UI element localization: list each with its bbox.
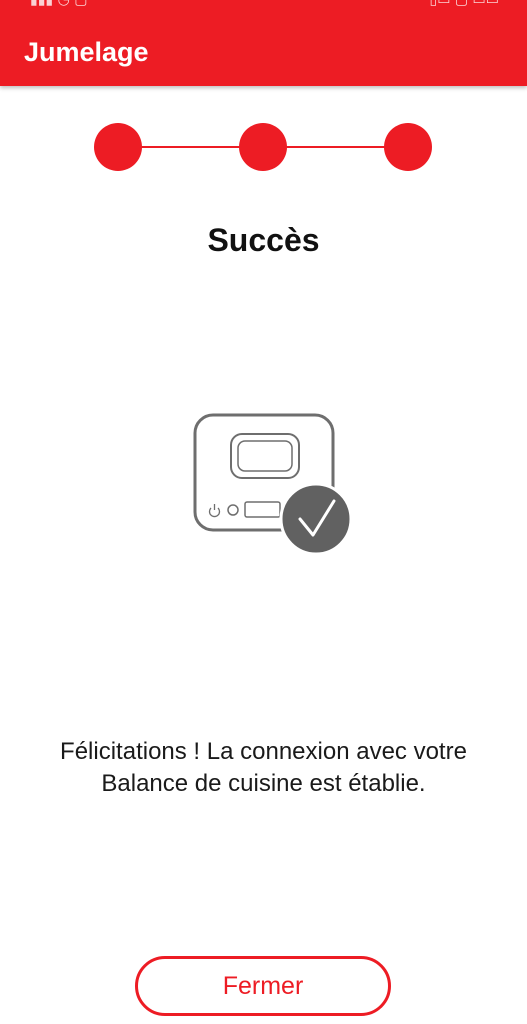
- signal-icon: ▮▮▮ ◔ ▢ ·: [30, 0, 97, 8]
- battery-icon: ▯▭ ▢ ▭▭: [429, 0, 499, 8]
- checkmark-icon: [279, 482, 353, 556]
- step-2-indicator: [239, 123, 287, 171]
- progress-stepper: [94, 123, 433, 171]
- page-title: Jumelage: [24, 37, 149, 67]
- app-bar: ▮▮▮ ◔ ▢ · ▯▭ ▢ ▭▭ Jumelage: [0, 0, 527, 86]
- step-1-indicator: [94, 123, 142, 171]
- step-3-indicator: [384, 123, 432, 171]
- kitchen-scale-icon: [193, 413, 353, 556]
- success-message: Félicitations ! La connexion avec votre …: [20, 736, 507, 800]
- success-message-line-2: Balance de cuisine est établie.: [101, 770, 426, 797]
- success-message-line-1: Félicitations ! La connexion avec votre: [60, 738, 467, 765]
- success-heading: Succès: [207, 222, 320, 258]
- scale-connected-illustration: [190, 410, 355, 560]
- status-bar: ▮▮▮ ◔ ▢ · ▯▭ ▢ ▭▭: [0, 0, 527, 8]
- close-button[interactable]: Fermer: [135, 956, 391, 1016]
